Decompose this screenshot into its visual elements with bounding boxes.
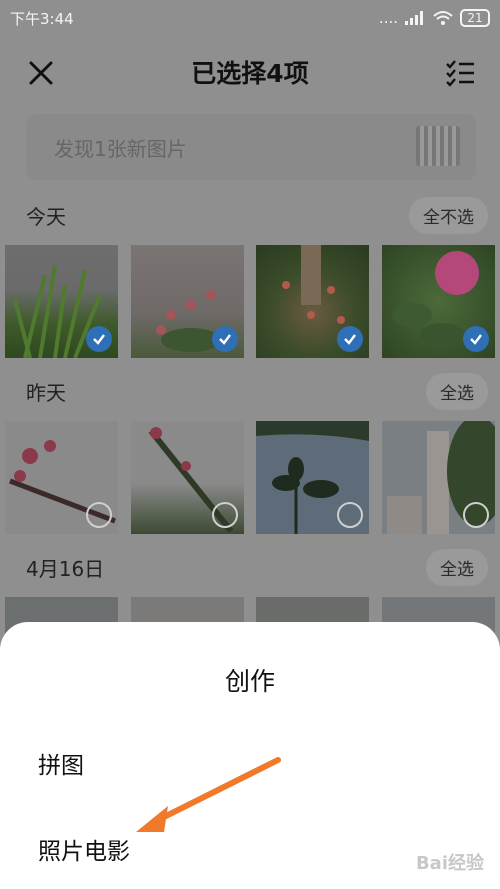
selected-check-icon[interactable] <box>212 326 238 352</box>
status-time: 下午3:44 <box>10 9 74 28</box>
unselected-check-icon[interactable] <box>337 502 363 528</box>
watermark: Bai经验 <box>416 849 484 875</box>
status-bar: 下午3:44 .... 21 <box>0 0 500 36</box>
photo-thumbnail[interactable] <box>5 421 118 534</box>
photo-thumbnail[interactable] <box>382 421 495 534</box>
selected-check-icon[interactable] <box>463 326 489 352</box>
cell-signal-icon <box>405 11 423 25</box>
battery-indicator: 21 <box>460 9 490 27</box>
status-icons: .... 21 <box>379 9 490 27</box>
unselected-check-icon[interactable] <box>212 502 238 528</box>
photo-thumbnail[interactable] <box>256 421 369 534</box>
unselected-check-icon[interactable] <box>86 502 112 528</box>
close-button[interactable] <box>24 56 58 90</box>
create-bottom-sheet: 创作 拼图 照片电影 Bai经验 <box>0 622 500 889</box>
select-all-button[interactable]: 全选 <box>426 548 488 586</box>
photo-row-today <box>0 245 500 359</box>
sheet-title: 创作 <box>224 667 275 696</box>
photo-thumbnail[interactable] <box>131 245 244 358</box>
section-header-yesterday: 昨天 全选 <box>0 371 500 411</box>
section-label: 昨天 <box>26 380 66 405</box>
section-header-today: 今天 全不选 <box>0 195 500 235</box>
selected-check-icon[interactable] <box>86 326 112 352</box>
photo-thumbnail[interactable] <box>382 245 495 358</box>
watermark-text: Bai经验 <box>415 853 484 874</box>
checklist-icon <box>446 60 474 87</box>
section-header-april-16: 4月16日 全选 <box>0 547 500 587</box>
new-photo-thumbnail <box>416 126 460 166</box>
section-label: 4月16日 <box>26 556 105 581</box>
selected-check-icon[interactable] <box>337 326 363 352</box>
close-icon <box>29 61 53 85</box>
collage-option[interactable]: 拼图 <box>38 746 84 780</box>
photo-thumbnail[interactable] <box>131 421 244 534</box>
new-photo-text: 发现1张新图片 <box>54 136 187 161</box>
new-photo-banner[interactable]: 发现1张新图片 <box>26 114 476 180</box>
wifi-icon <box>433 11 453 25</box>
page-title: 已选择4项 <box>191 59 309 88</box>
section-label: 今天 <box>26 204 66 229</box>
selection-toolbar: 已选择4项 <box>0 44 500 100</box>
photo-thumbnail[interactable] <box>256 245 369 358</box>
photo-row-yesterday <box>0 421 500 535</box>
unselected-check-icon[interactable] <box>463 502 489 528</box>
select-mode-button[interactable] <box>444 56 478 90</box>
deselect-all-button[interactable]: 全不选 <box>409 196 488 234</box>
select-all-button[interactable]: 全选 <box>426 372 488 410</box>
signal-dots: .... <box>378 9 398 27</box>
photo-movie-option[interactable]: 照片电影 <box>38 832 130 866</box>
photo-thumbnail[interactable] <box>5 245 118 358</box>
